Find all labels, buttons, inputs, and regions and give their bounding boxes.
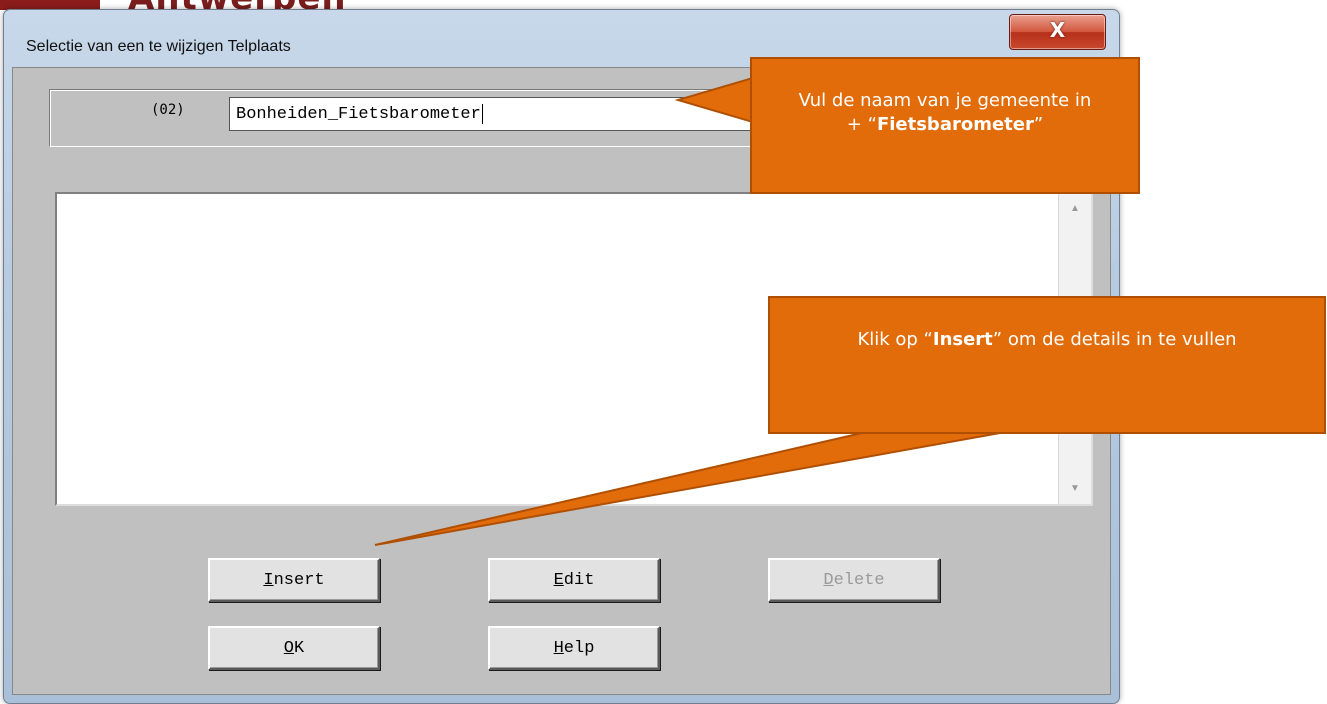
insert-label: nsert [273,570,325,590]
callout-insert-text: Klik op “Insert” om de details in te vul… [770,328,1324,352]
field-code-label: (02) [151,102,185,118]
ok-label: K [294,638,305,658]
window-title: Selectie van een te wijzigen Telplaats [26,38,291,55]
edit-accel: E [553,570,564,590]
edit-button[interactable]: Edit [488,558,660,602]
callout-name-prefix: + “ [846,114,877,135]
close-button[interactable]: X [1009,14,1106,50]
insert-button[interactable]: Insert [208,558,380,602]
scroll-down-arrow-icon[interactable]: ▼ [1059,474,1091,504]
titlebar[interactable]: Selectie van een te wijzigen Telplaats X [4,10,1119,64]
text-caret [481,104,483,124]
close-icon: X [1049,18,1066,42]
callout-name-suffix: ” [1033,114,1044,135]
callout-insert-hint: Klik op “Insert” om de details in te vul… [768,296,1326,434]
help-button[interactable]: Help [488,626,660,670]
callout-name-line1: Vul de naam van je gemeente in [798,90,1092,111]
ok-button[interactable]: OK [208,626,380,670]
telplaats-name-value: Bonheiden_Fietsbarometer [236,104,481,124]
edit-label: dit [563,570,595,590]
delete-label: elete [833,570,885,590]
delete-button[interactable]: Delete [768,558,940,602]
callout-name-line2: + “Fietsbarometer” [752,113,1138,137]
help-label: elp [563,638,595,658]
help-accel: H [553,638,564,658]
callout-insert-prefix: Klik op “ [857,329,933,350]
callout-name-bold: Fietsbarometer [876,114,1034,135]
delete-accel: D [823,570,834,590]
callout-insert-bold: Insert [932,329,993,350]
insert-accel: I [263,570,274,590]
callout-insert-suffix: ” om de details in te vullen [992,329,1237,350]
scroll-up-arrow-icon[interactable]: ▲ [1059,194,1091,224]
ok-accel: O [283,638,294,658]
callout-name-hint: Vul de naam van je gemeente in + “Fietsb… [750,57,1140,194]
telplaats-name-input[interactable]: Bonheiden_Fietsbarometer [229,97,799,131]
